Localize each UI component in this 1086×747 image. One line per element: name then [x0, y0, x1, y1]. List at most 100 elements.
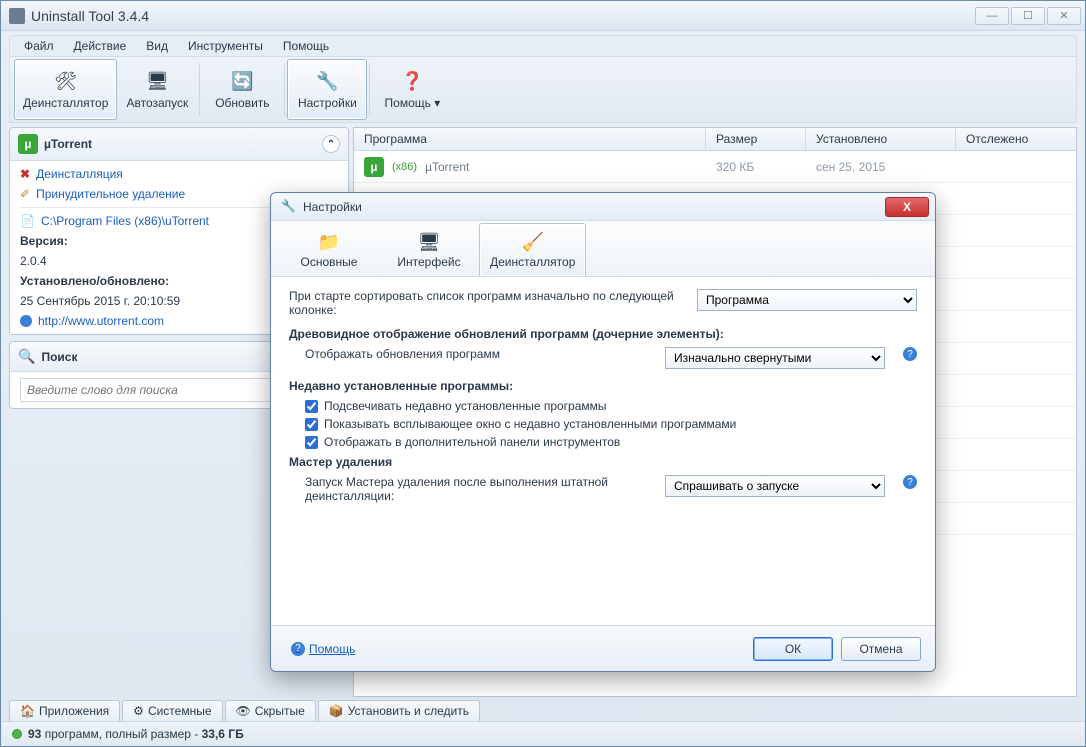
chk-popup-label: Показывать всплывающее окно с недавно ус…: [324, 417, 736, 431]
uninstall-icon: ✖: [20, 167, 30, 181]
help-link[interactable]: ? Помощь: [285, 642, 355, 656]
hidden-icon: 👁: [236, 704, 251, 718]
dialog-title: Настройки: [303, 200, 885, 214]
menu-help[interactable]: Помощь: [277, 37, 335, 55]
utorrent-icon: µ: [364, 157, 384, 177]
toolbar-refresh[interactable]: Обновить: [202, 59, 282, 120]
list-header: Программа Размер Установлено Отслежено: [353, 127, 1077, 151]
arch-prefix: (x86): [392, 161, 417, 173]
ok-button[interactable]: ОК: [753, 637, 833, 661]
search-label: Поиск: [41, 350, 77, 364]
minimize-button[interactable]: —: [975, 7, 1009, 25]
col-program[interactable]: Программа: [354, 128, 706, 150]
help-icon: [398, 70, 426, 94]
tab-apps[interactable]: 🏠Приложения: [9, 700, 120, 721]
version-label: Версия:: [20, 234, 68, 248]
toolbar-settings[interactable]: Настройки: [287, 59, 367, 120]
chk-highlight-label: Подсвечивать недавно установленные прогр…: [324, 399, 607, 413]
menu-tools[interactable]: Инструменты: [182, 37, 269, 55]
menu-view[interactable]: Вид: [140, 37, 174, 55]
tab-interface[interactable]: Интерфейс: [379, 223, 479, 276]
tree-label: Отображать обновления программ: [305, 347, 653, 361]
toolbar-uninstaller[interactable]: Деинсталлятор: [14, 59, 117, 120]
close-button[interactable]: ✕: [1047, 7, 1081, 25]
settings-icon: [313, 70, 341, 94]
wizard-label: Запуск Мастера удаления после выполнения…: [305, 475, 653, 503]
tab-system[interactable]: ⚙Системные: [122, 700, 222, 721]
chk-extra-panel-box[interactable]: [305, 436, 318, 449]
menu-action[interactable]: Действие: [68, 37, 133, 55]
system-icon: ⚙: [133, 704, 144, 718]
tab-install-trace[interactable]: 📦Установить и следить: [318, 700, 480, 721]
col-size[interactable]: Размер: [706, 128, 806, 150]
bottom-tabs: 🏠Приложения ⚙Системные 👁Скрытые 📦Установ…: [9, 697, 1077, 721]
installed-label: Установлено/обновлено:: [20, 274, 169, 288]
toolbar-separator: [284, 63, 285, 116]
toolbar-autorun-label: Автозапуск: [126, 96, 188, 110]
toolbar-uninstaller-label: Деинсталлятор: [23, 96, 108, 110]
general-icon: [318, 231, 340, 253]
sort-select[interactable]: Программа: [697, 289, 917, 311]
tree-section-title: Древовидное отображение обновлений прогр…: [289, 327, 917, 341]
toolbar-separator: [199, 63, 200, 116]
help-link-icon: ?: [291, 642, 305, 656]
dialog-body: При старте сортировать список программ и…: [271, 277, 935, 625]
help-icon[interactable]: ?: [903, 475, 917, 489]
chk-highlight[interactable]: Подсвечивать недавно установленные прогр…: [305, 399, 917, 413]
dialog-tabs: Основные Интерфейс Деинсталлятор: [271, 221, 935, 277]
recent-section-title: Недавно установленные программы:: [289, 379, 917, 393]
chk-popup-box[interactable]: [305, 418, 318, 431]
toolbar-help-label: Помощь ▾: [385, 96, 441, 110]
trace-icon: 📦: [329, 704, 344, 718]
chk-extra-panel-label: Отображать в дополнительной панели инстр…: [324, 435, 620, 449]
maximize-button[interactable]: ☐: [1011, 7, 1045, 25]
cancel-button[interactable]: Отмена: [841, 637, 921, 661]
col-tracked[interactable]: Отслежено: [956, 128, 1076, 150]
tab-uninstaller[interactable]: Деинсталлятор: [479, 223, 586, 276]
dialog-icon: 🔧: [281, 199, 297, 215]
dialog-close-button[interactable]: X: [885, 197, 929, 217]
help-link-label: Помощь: [309, 642, 355, 656]
app-icon: [9, 8, 25, 24]
toolbar-refresh-label: Обновить: [215, 96, 269, 110]
col-installed[interactable]: Установлено: [806, 128, 956, 150]
toolbar-help[interactable]: Помощь ▾: [372, 59, 452, 120]
status-text: 93 программ, полный размер - 33,6 ГБ: [28, 727, 244, 741]
uninstaller-icon: [52, 70, 80, 94]
tab-general[interactable]: Основные: [279, 223, 379, 276]
action-uninstall[interactable]: ✖ Деинсталляция: [20, 167, 338, 181]
help-icon[interactable]: ?: [903, 347, 917, 361]
chk-popup[interactable]: Показывать всплывающее окно с недавно ус…: [305, 417, 917, 431]
website-label: http://www.utorrent.com: [38, 314, 164, 328]
toolbar: Деинсталлятор Автозапуск Обновить Настро…: [9, 57, 1077, 123]
chk-extra-panel[interactable]: Отображать в дополнительной панели инстр…: [305, 435, 917, 449]
settings-dialog: 🔧 Настройки X Основные Интерфейс Деинста…: [270, 192, 936, 672]
action-force-label: Принудительное удаление: [36, 187, 185, 201]
autorun-icon: [143, 70, 171, 94]
titlebar: Uninstall Tool 3.4.4 — ☐ ✕: [1, 1, 1085, 31]
install-path-label: C:\Program Files (x86)\uTorrent: [41, 214, 209, 228]
table-row[interactable]: µ(x86)µTorrent320 КБсен 25, 2015: [354, 151, 1076, 183]
program-installed: сен 25, 2015: [806, 160, 956, 174]
wizard-select[interactable]: Спрашивать о запуске: [665, 475, 885, 497]
dialog-footer: ? Помощь ОК Отмена: [271, 625, 935, 671]
force-remove-icon: ✐: [20, 187, 30, 201]
toolbar-settings-label: Настройки: [298, 96, 357, 110]
program-size: 320 КБ: [706, 160, 806, 174]
action-uninstall-label: Деинсталляция: [36, 167, 123, 181]
toolbar-separator: [369, 63, 370, 116]
tab-hidden[interactable]: 👁Скрытые: [225, 700, 316, 721]
collapse-button[interactable]: ⌃: [322, 135, 340, 153]
sort-label: При старте сортировать список программ и…: [289, 289, 685, 317]
tab-interface-label: Интерфейс: [397, 255, 460, 269]
menu-file[interactable]: Файл: [18, 37, 60, 55]
selected-app-name: µTorrent: [44, 137, 92, 151]
tab-uninstaller-label: Деинсталлятор: [490, 255, 575, 269]
status-led-icon: [12, 729, 22, 739]
chk-highlight-box[interactable]: [305, 400, 318, 413]
tab-general-label: Основные: [301, 255, 358, 269]
toolbar-autorun[interactable]: Автозапуск: [117, 59, 197, 120]
refresh-icon: [228, 70, 256, 94]
tree-select[interactable]: Изначально свернутыми: [665, 347, 885, 369]
search-icon: 🔍: [18, 348, 35, 365]
